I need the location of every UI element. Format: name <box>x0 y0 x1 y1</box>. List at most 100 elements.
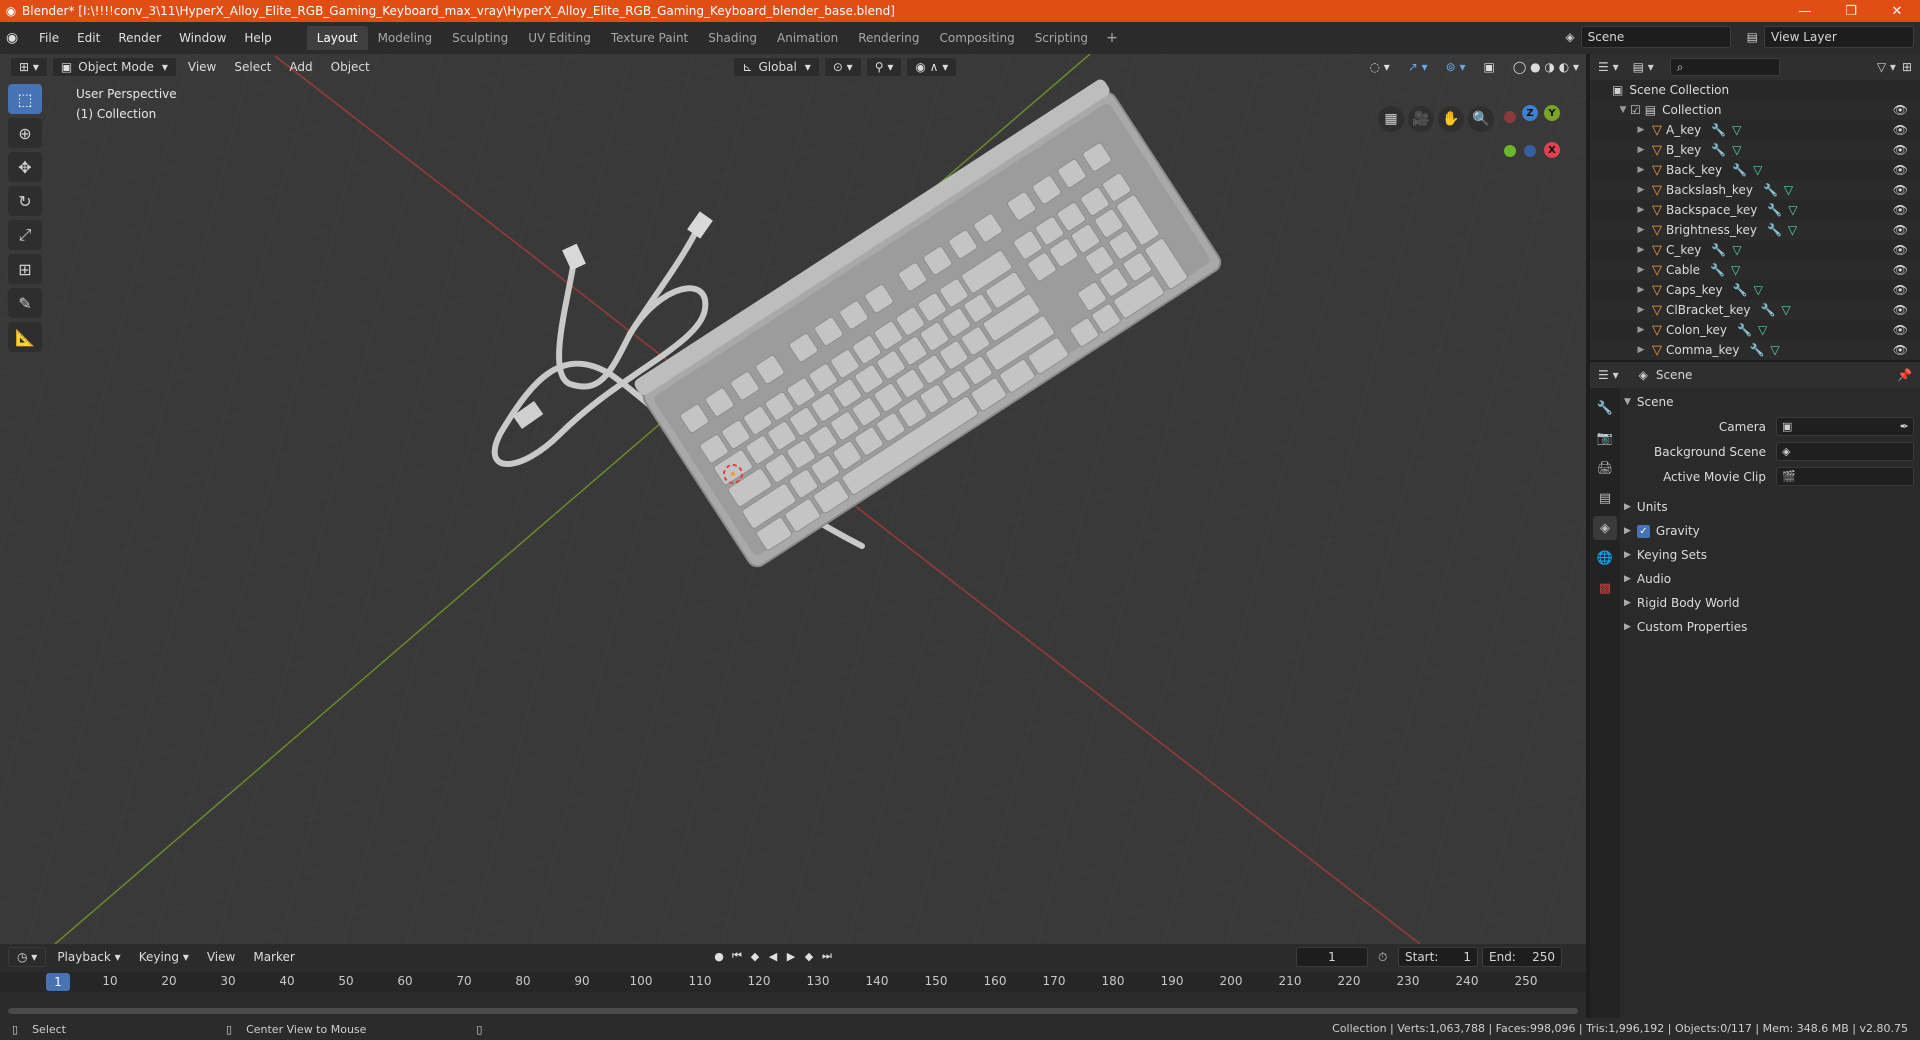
current-frame-indicator[interactable]: 1 <box>46 973 70 991</box>
editor-type-button[interactable]: ⊞ ▾ <box>10 57 48 77</box>
xray-toggle-icon[interactable]: ▣ <box>1477 60 1502 74</box>
gizmo-y-axis[interactable]: Y <box>1544 105 1560 121</box>
timeline-menu-marker[interactable]: Marker <box>246 950 301 964</box>
modifier-wrench-icon[interactable]: 🔧 <box>1749 343 1764 357</box>
expand-arrow-icon[interactable]: ▶ <box>1634 125 1648 135</box>
expand-arrow-icon[interactable]: ▼ <box>1616 105 1630 115</box>
expand-arrow-icon[interactable]: ▶ <box>1634 305 1648 315</box>
expand-arrow-icon[interactable]: ▶ <box>1634 225 1648 235</box>
mesh-data-icon[interactable]: ▽ <box>1788 223 1797 237</box>
shading-modes-icon[interactable]: ◯ ● ◑ ◐ ▾ <box>1506 60 1586 74</box>
expand-arrow-icon[interactable]: ▶ <box>1634 165 1648 175</box>
cursor-tool-icon[interactable]: ⊕ <box>8 118 42 148</box>
active-movie-clip-field[interactable]: 🎬 <box>1776 467 1914 486</box>
eyedropper-icon[interactable]: ✒ <box>1900 420 1909 433</box>
outliner-item-back-key[interactable]: ▶ ▽ Back_key 🔧 ▽ 👁 <box>1590 160 1920 180</box>
expand-arrow-icon[interactable]: ▶ <box>1634 185 1648 195</box>
eye-icon[interactable]: 👁 <box>1893 143 1908 157</box>
filter-icon[interactable]: ▽ ▾ <box>1877 60 1896 74</box>
add-workspace-icon[interactable]: + <box>1098 30 1126 46</box>
menu-window[interactable]: Window <box>170 31 235 45</box>
mesh-data-icon[interactable]: ▽ <box>1732 123 1741 137</box>
eye-icon[interactable]: 👁 <box>1893 163 1908 177</box>
outliner-item-caps-key[interactable]: ▶ ▽ Caps_key 🔧 ▽ 👁 <box>1590 280 1920 300</box>
modifier-wrench-icon[interactable]: 🔧 <box>1711 143 1726 157</box>
record-icon[interactable]: ● <box>712 949 726 963</box>
maximize-button[interactable]: ❐ <box>1828 4 1874 19</box>
proportional-edit-button[interactable]: ◉ ∧ ▾ <box>906 57 958 77</box>
start-frame-field[interactable]: Start: 1 <box>1398 947 1478 967</box>
select-box-tool-icon[interactable]: ⬚ <box>8 84 42 114</box>
tab-animation[interactable]: Animation <box>767 26 848 50</box>
scale-tool-icon[interactable]: ⤢ <box>8 220 42 250</box>
modifier-wrench-icon[interactable]: 🔧 <box>1767 223 1782 237</box>
gizmo-toggle-icon[interactable]: ↗ ▾ <box>1401 60 1435 74</box>
timeline-menu-view[interactable]: View <box>200 950 242 964</box>
mode-dropdown[interactable]: ▣ Object Mode ▾ <box>51 57 177 77</box>
timeline-menu-playback[interactable]: Playback ▾ <box>50 950 127 964</box>
minimize-button[interactable]: — <box>1782 4 1828 19</box>
tab-modeling[interactable]: Modeling <box>368 26 443 50</box>
mesh-data-icon[interactable]: ▽ <box>1753 163 1762 177</box>
gravity-checkbox[interactable]: ✓ <box>1636 524 1650 538</box>
modifier-wrench-icon[interactable]: 🔧 <box>1710 263 1725 277</box>
eye-icon[interactable]: 👁 <box>1893 123 1908 137</box>
mesh-data-icon[interactable]: ▽ <box>1732 243 1741 257</box>
camera-field[interactable]: ▣ ✒ <box>1776 417 1914 436</box>
tool-settings-tab-icon[interactable]: 🔧 <box>1593 396 1617 420</box>
end-frame-field[interactable]: End: 250 <box>1482 947 1562 967</box>
tab-uv-editing[interactable]: UV Editing <box>518 26 601 50</box>
outliner-item-comma-key[interactable]: ▶ ▽ Comma_key 🔧 ▽ 👁 <box>1590 340 1920 360</box>
background-scene-field[interactable]: ◈ <box>1776 442 1914 461</box>
panel-units[interactable]: ▶ Units <box>1624 495 1914 519</box>
view-layer-field[interactable]: View Layer <box>1764 26 1914 48</box>
viewport-menu-select[interactable]: Select <box>227 60 278 74</box>
gizmo-neg-z-dot[interactable] <box>1524 145 1536 157</box>
blender-menu-icon[interactable]: ◉ <box>6 30 30 46</box>
snap-button[interactable]: ⚲ ▾ <box>865 57 903 77</box>
panel-rigid-body-world[interactable]: ▶ Rigid Body World <box>1624 591 1914 615</box>
viewport-menu-object[interactable]: Object <box>324 60 377 74</box>
eye-icon[interactable]: 👁 <box>1893 263 1908 277</box>
outliner-display-mode-icon[interactable]: ▤ ▾ <box>1633 60 1654 74</box>
new-collection-icon[interactable]: ⊞ <box>1902 60 1912 74</box>
play-reverse-icon[interactable]: ◀ <box>766 949 780 963</box>
zoom-view-icon[interactable]: 🔍 <box>1468 106 1494 132</box>
eye-icon[interactable]: 👁 <box>1893 103 1908 117</box>
eye-icon[interactable]: 👁 <box>1893 223 1908 237</box>
outliner-item-backslash-key[interactable]: ▶ ▽ Backslash_key 🔧 ▽ 👁 <box>1590 180 1920 200</box>
pan-view-icon[interactable]: ✋ <box>1438 106 1464 132</box>
view-layer-tab-icon[interactable]: ▤ <box>1593 486 1617 510</box>
tab-shading[interactable]: Shading <box>698 26 767 50</box>
modifier-wrench-icon[interactable]: 🔧 <box>1711 123 1726 137</box>
visibility-icon[interactable]: ◌ ▾ <box>1362 60 1396 74</box>
modifier-wrench-icon[interactable]: 🔧 <box>1711 243 1726 257</box>
expand-arrow-icon[interactable]: ▶ <box>1634 245 1648 255</box>
prev-keyframe-icon[interactable]: ◆ <box>748 949 762 963</box>
play-icon[interactable]: ▶ <box>784 949 798 963</box>
current-frame-field[interactable]: 1 <box>1296 947 1368 967</box>
modifier-wrench-icon[interactable]: 🔧 <box>1763 183 1778 197</box>
outliner-item-cable[interactable]: ▶ ▽ Cable 🔧 ▽ 👁 <box>1590 260 1920 280</box>
camera-view-icon[interactable]: 🎥 <box>1408 106 1434 132</box>
scene-section-header[interactable]: ▼ Scene <box>1624 390 1914 414</box>
jump-end-icon[interactable]: ⏭ <box>820 949 834 963</box>
modifier-wrench-icon[interactable]: 🔧 <box>1767 203 1782 217</box>
move-tool-icon[interactable]: ✥ <box>8 152 42 182</box>
outliner-item-c-key[interactable]: ▶ ▽ C_key 🔧 ▽ 👁 <box>1590 240 1920 260</box>
panel-gravity[interactable]: ▶ ✓ Gravity <box>1624 519 1914 543</box>
panel-custom-properties[interactable]: ▶ Custom Properties <box>1624 615 1914 639</box>
tab-scripting[interactable]: Scripting <box>1025 26 1098 50</box>
annotate-tool-icon[interactable]: ✎ <box>8 288 42 318</box>
close-button[interactable]: ✕ <box>1874 4 1920 19</box>
pin-icon[interactable]: 📌 <box>1897 368 1912 382</box>
rotate-tool-icon[interactable]: ↻ <box>8 186 42 216</box>
modifier-wrench-icon[interactable]: 🔧 <box>1733 283 1748 297</box>
eye-icon[interactable]: 👁 <box>1893 323 1908 337</box>
mesh-data-icon[interactable]: ▽ <box>1731 263 1740 277</box>
world-tab-icon[interactable]: 🌐 <box>1593 546 1617 570</box>
menu-edit[interactable]: Edit <box>68 31 109 45</box>
outliner-item-brightness-key[interactable]: ▶ ▽ Brightness_key 🔧 ▽ 👁 <box>1590 220 1920 240</box>
outliner-search-input[interactable]: ⌕ <box>1669 58 1780 76</box>
mesh-data-icon[interactable]: ▽ <box>1770 343 1779 357</box>
